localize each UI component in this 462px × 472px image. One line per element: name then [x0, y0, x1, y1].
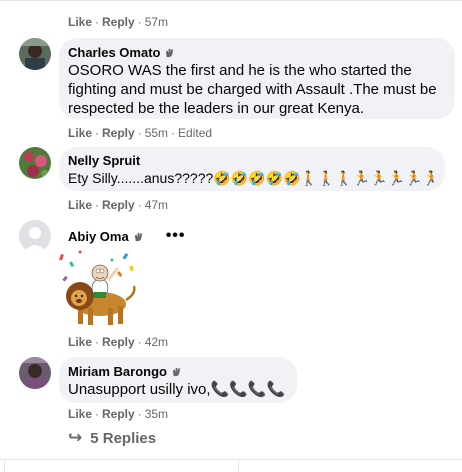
author-name[interactable]: Charles Omato [68, 45, 160, 60]
reply-link[interactable]: Reply [102, 407, 135, 421]
comment-time[interactable]: 55m [145, 126, 168, 140]
comment-bubble-charles: Charles Omato OSORO WAS the first and he… [59, 38, 455, 119]
like-link[interactable]: Like [68, 198, 92, 212]
reply-link[interactable]: Reply [102, 198, 135, 212]
comment-time[interactable]: 57m [145, 15, 168, 29]
comment-bubble-nelly: Nelly Spruit Ety Silly.......anus?????🤣🤣… [59, 147, 445, 191]
avatar-charles-omato[interactable] [19, 38, 51, 70]
waving-hand-icon [172, 367, 181, 377]
author-name[interactable]: Abiy Oma [68, 229, 129, 244]
author-name[interactable]: Miriam Barongo [68, 364, 167, 379]
reply-link[interactable]: Reply [102, 15, 135, 29]
comment-header-abiy: Abiy Oma ••• [68, 227, 186, 245]
comment-meta-1: Like · Reply · 55m · Edited [68, 126, 213, 140]
comment-text: Ety Silly.......anus?????🤣🤣🤣🤣🤣🚶🚶🚶🏃🏃🏃🏃🏃 [68, 170, 434, 186]
comment-text: OSORO WAS the first and he is the who st… [68, 62, 437, 117]
comment-bubble-miriam: Miriam Barongo Unasupport usilly ivo,📞📞📞… [59, 357, 297, 403]
avatar-abiy-oma[interactable] [19, 220, 51, 252]
like-link[interactable]: Like [68, 15, 92, 29]
author-name[interactable]: Nelly Spruit [68, 153, 140, 168]
reply-arrow-icon: ↪ [68, 428, 83, 447]
lion-rider-sticker[interactable] [56, 248, 138, 330]
comment-meta-3: Like · Reply · 42m [68, 335, 169, 349]
comment-time[interactable]: 42m [145, 335, 168, 349]
default-avatar-icon [19, 220, 51, 252]
comment-time[interactable]: 35m [145, 407, 168, 421]
like-link[interactable]: Like [68, 126, 92, 140]
waving-hand-icon [166, 48, 174, 58]
waving-hand-icon [134, 232, 142, 241]
comment-meta-0: Like · Reply · 57m [68, 15, 169, 29]
reply-link[interactable]: Reply [102, 335, 135, 349]
top-divider [0, 0, 462, 1]
like-link[interactable]: Like [68, 407, 92, 421]
replies-count-label: 5 Replies [90, 429, 157, 447]
comment-meta-2: Like · Reply · 47m [68, 198, 169, 212]
more-options-button[interactable]: ••• [166, 227, 186, 245]
comment-time[interactable]: 47m [145, 198, 168, 212]
avatar-miriam-barongo[interactable] [19, 357, 51, 389]
reply-link[interactable]: Reply [102, 126, 135, 140]
bottom-divider [0, 459, 462, 472]
like-link[interactable]: Like [68, 335, 92, 349]
avatar-nelly-spruit[interactable] [19, 147, 51, 179]
comment-meta-4: Like · Reply · 35m [68, 407, 169, 421]
comment-text: Unasupport usilly ivo,📞📞📞📞 [68, 381, 286, 398]
edited-label: Edited [178, 126, 213, 140]
view-replies-button[interactable]: ↪ 5 Replies [68, 428, 156, 448]
